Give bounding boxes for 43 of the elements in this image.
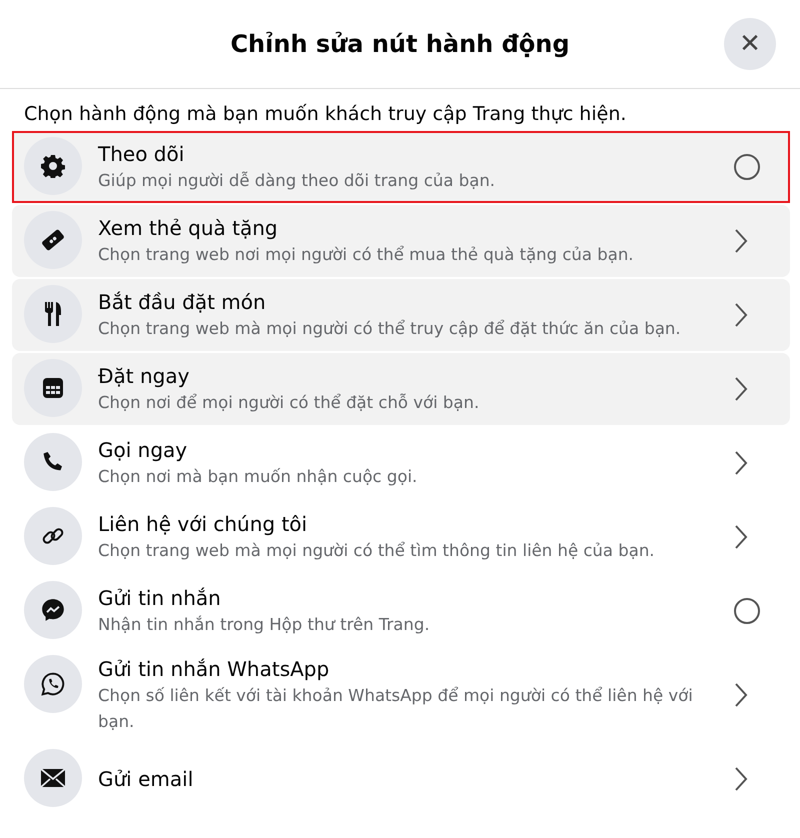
- option-title: Gửi tin nhắn: [98, 585, 222, 612]
- option-title: Xem thẻ quà tặng: [98, 215, 279, 242]
- action-option[interactable]: Liên hệ với chúng tôi Chọn trang web mà mọi người có thể tìm thông tin liên hệ của bạn.: [12, 501, 790, 573]
- action-option[interactable]: Gửi tin nhắn Nhận tin nhắn trong Hộp thư trên Trang.: [12, 575, 790, 647]
- option-description: Giúp mọi người dễ dàng theo dõi trang của bạn.: [98, 170, 496, 192]
- action-option[interactable]: Gửi email: [12, 743, 790, 815]
- option-title: Gọi ngay: [98, 437, 188, 464]
- chevron-right-icon: [734, 682, 748, 708]
- option-description: Chọn trang web mà mọi người có thể tìm thông tin liên hệ của bạn.: [98, 540, 656, 562]
- chevron-right-icon: [734, 766, 748, 792]
- close-button[interactable]: ✕: [724, 18, 776, 70]
- option-title: Đặt ngay: [98, 363, 190, 390]
- option-title: Gửi tin nhắn WhatsApp: [98, 656, 330, 683]
- option-title: Gửi email: [98, 766, 194, 793]
- action-option[interactable]: Gửi tin nhắn WhatsApp Chọn số liên kết với tài khoản WhatsApp để mọi người có thể liên hệ với bạn.: [12, 649, 790, 741]
- chevron-right-icon: [734, 450, 748, 476]
- mail-icon: [40, 767, 66, 789]
- intro-text: Chọn hành động mà bạn muốn khách truy cập Trang thực hiện.: [24, 103, 628, 125]
- gear-icon: [41, 154, 65, 178]
- action-option[interactable]: Bắt đầu đặt món Chọn trang web mà mọi người có thể truy cập để đặt thức ăn của bạn.: [12, 279, 790, 351]
- option-description: Chọn trang web nơi mọi người có thể mua thẻ quà tặng của bạn.: [98, 244, 635, 266]
- option-title: Theo dõi: [98, 141, 186, 168]
- action-option[interactable]: Gọi ngay Chọn nơi mà bạn muốn nhận cuộc gọi.: [12, 427, 790, 499]
- calendar-icon: [41, 376, 65, 400]
- option-description: Chọn trang web mà mọi người có thể truy cập để đặt thức ăn của bạn.: [98, 318, 682, 340]
- radio-button[interactable]: [734, 154, 760, 180]
- option-title: Bắt đầu đặt món: [98, 289, 267, 316]
- option-description: Chọn số liên kết với tài khoản WhatsApp để mọi người có thể liên hệ với bạn.: [98, 685, 694, 733]
- chevron-right-icon: [734, 302, 748, 328]
- chevron-right-icon: [734, 228, 748, 254]
- chevron-right-icon: [734, 376, 748, 402]
- messenger-icon: [40, 597, 66, 623]
- option-description: Nhận tin nhắn trong Hộp thư trên Trang.: [98, 614, 431, 636]
- action-option[interactable]: Theo dõi Giúp mọi người dễ dàng theo dõi trang của bạn.: [12, 131, 790, 203]
- radio-button[interactable]: [734, 598, 760, 624]
- option-title: Liên hệ với chúng tôi: [98, 511, 308, 538]
- option-description: Chọn nơi mà bạn muốn nhận cuộc gọi.: [98, 466, 418, 488]
- action-option[interactable]: Đặt ngay Chọn nơi để mọi người có thể đặt chỗ với bạn.: [12, 353, 790, 425]
- dialog-title: Chỉnh sửa nút hành động: [230, 30, 570, 58]
- option-description: Chọn nơi để mọi người có thể đặt chỗ với bạn.: [98, 392, 480, 414]
- whatsapp-icon: [40, 671, 66, 697]
- chevron-right-icon: [734, 524, 748, 550]
- action-option[interactable]: Xem thẻ quà tặng Chọn trang web nơi mọi người có thể mua thẻ quà tặng của bạn.: [12, 205, 790, 277]
